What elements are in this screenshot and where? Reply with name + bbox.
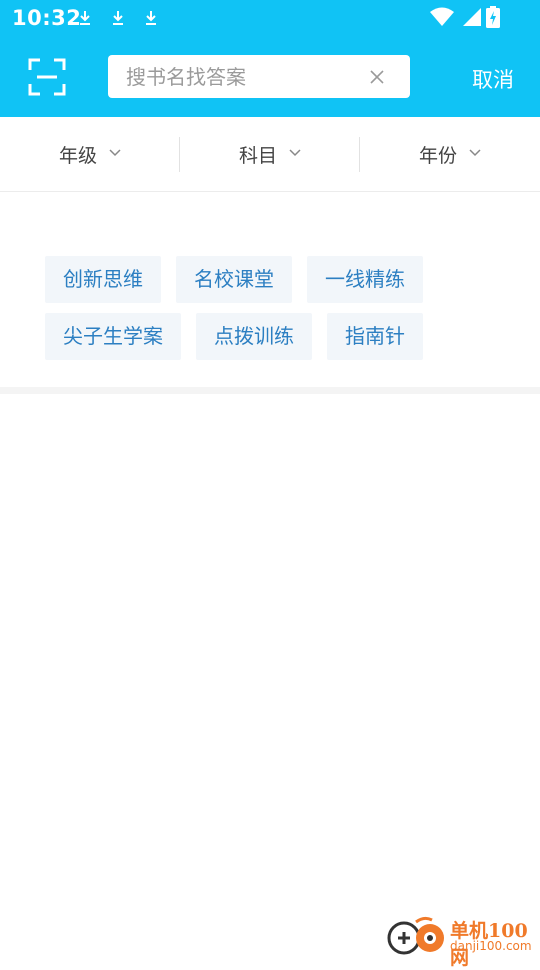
watermark-logo-icon — [386, 914, 450, 958]
wifi-icon — [430, 7, 454, 27]
search-box[interactable] — [108, 55, 410, 98]
filter-label: 科目 — [239, 141, 277, 168]
clear-icon[interactable] — [370, 70, 384, 84]
tag-row: 尖子生学案 点拨训练 指南针 — [45, 313, 505, 360]
tag-chip[interactable]: 指南针 — [327, 313, 423, 360]
search-input[interactable] — [126, 55, 356, 98]
scan-icon[interactable] — [28, 58, 66, 96]
download-icon — [111, 10, 125, 26]
chevron-down-icon — [289, 149, 301, 157]
cancel-button[interactable]: 取消 — [472, 64, 514, 94]
download-icon — [78, 10, 92, 26]
watermark: 单机100网 danji100.com — [386, 914, 536, 958]
signal-icon — [462, 7, 482, 27]
chevron-down-icon — [469, 149, 481, 157]
tag-chip[interactable]: 点拨训练 — [196, 313, 312, 360]
filter-label: 年级 — [59, 141, 97, 168]
status-time: 10:32 — [12, 6, 81, 30]
filter-subject[interactable]: 科目 — [180, 117, 360, 191]
filter-year[interactable]: 年份 — [360, 117, 540, 191]
watermark-url: danji100.com — [450, 939, 532, 953]
top-bar: 10:32 取消 — [0, 0, 540, 117]
filter-grade[interactable]: 年级 — [0, 117, 180, 191]
tag-chip[interactable]: 一线精练 — [307, 256, 423, 303]
tag-chip[interactable]: 名校课堂 — [176, 256, 292, 303]
filter-bar: 年级 科目 年份 — [0, 117, 540, 192]
hot-tags: 创新思维 名校课堂 一线精练 尖子生学案 点拨训练 指南针 — [45, 256, 505, 370]
tag-row: 创新思维 名校课堂 一线精练 — [45, 256, 505, 303]
battery-charging-icon — [486, 6, 500, 28]
chevron-down-icon — [109, 149, 121, 157]
download-icon — [144, 10, 158, 26]
tag-chip[interactable]: 尖子生学案 — [45, 313, 181, 360]
filter-label: 年份 — [419, 141, 457, 168]
status-bar: 10:32 — [0, 0, 540, 38]
tag-chip[interactable]: 创新思维 — [45, 256, 161, 303]
section-separator — [0, 387, 540, 394]
